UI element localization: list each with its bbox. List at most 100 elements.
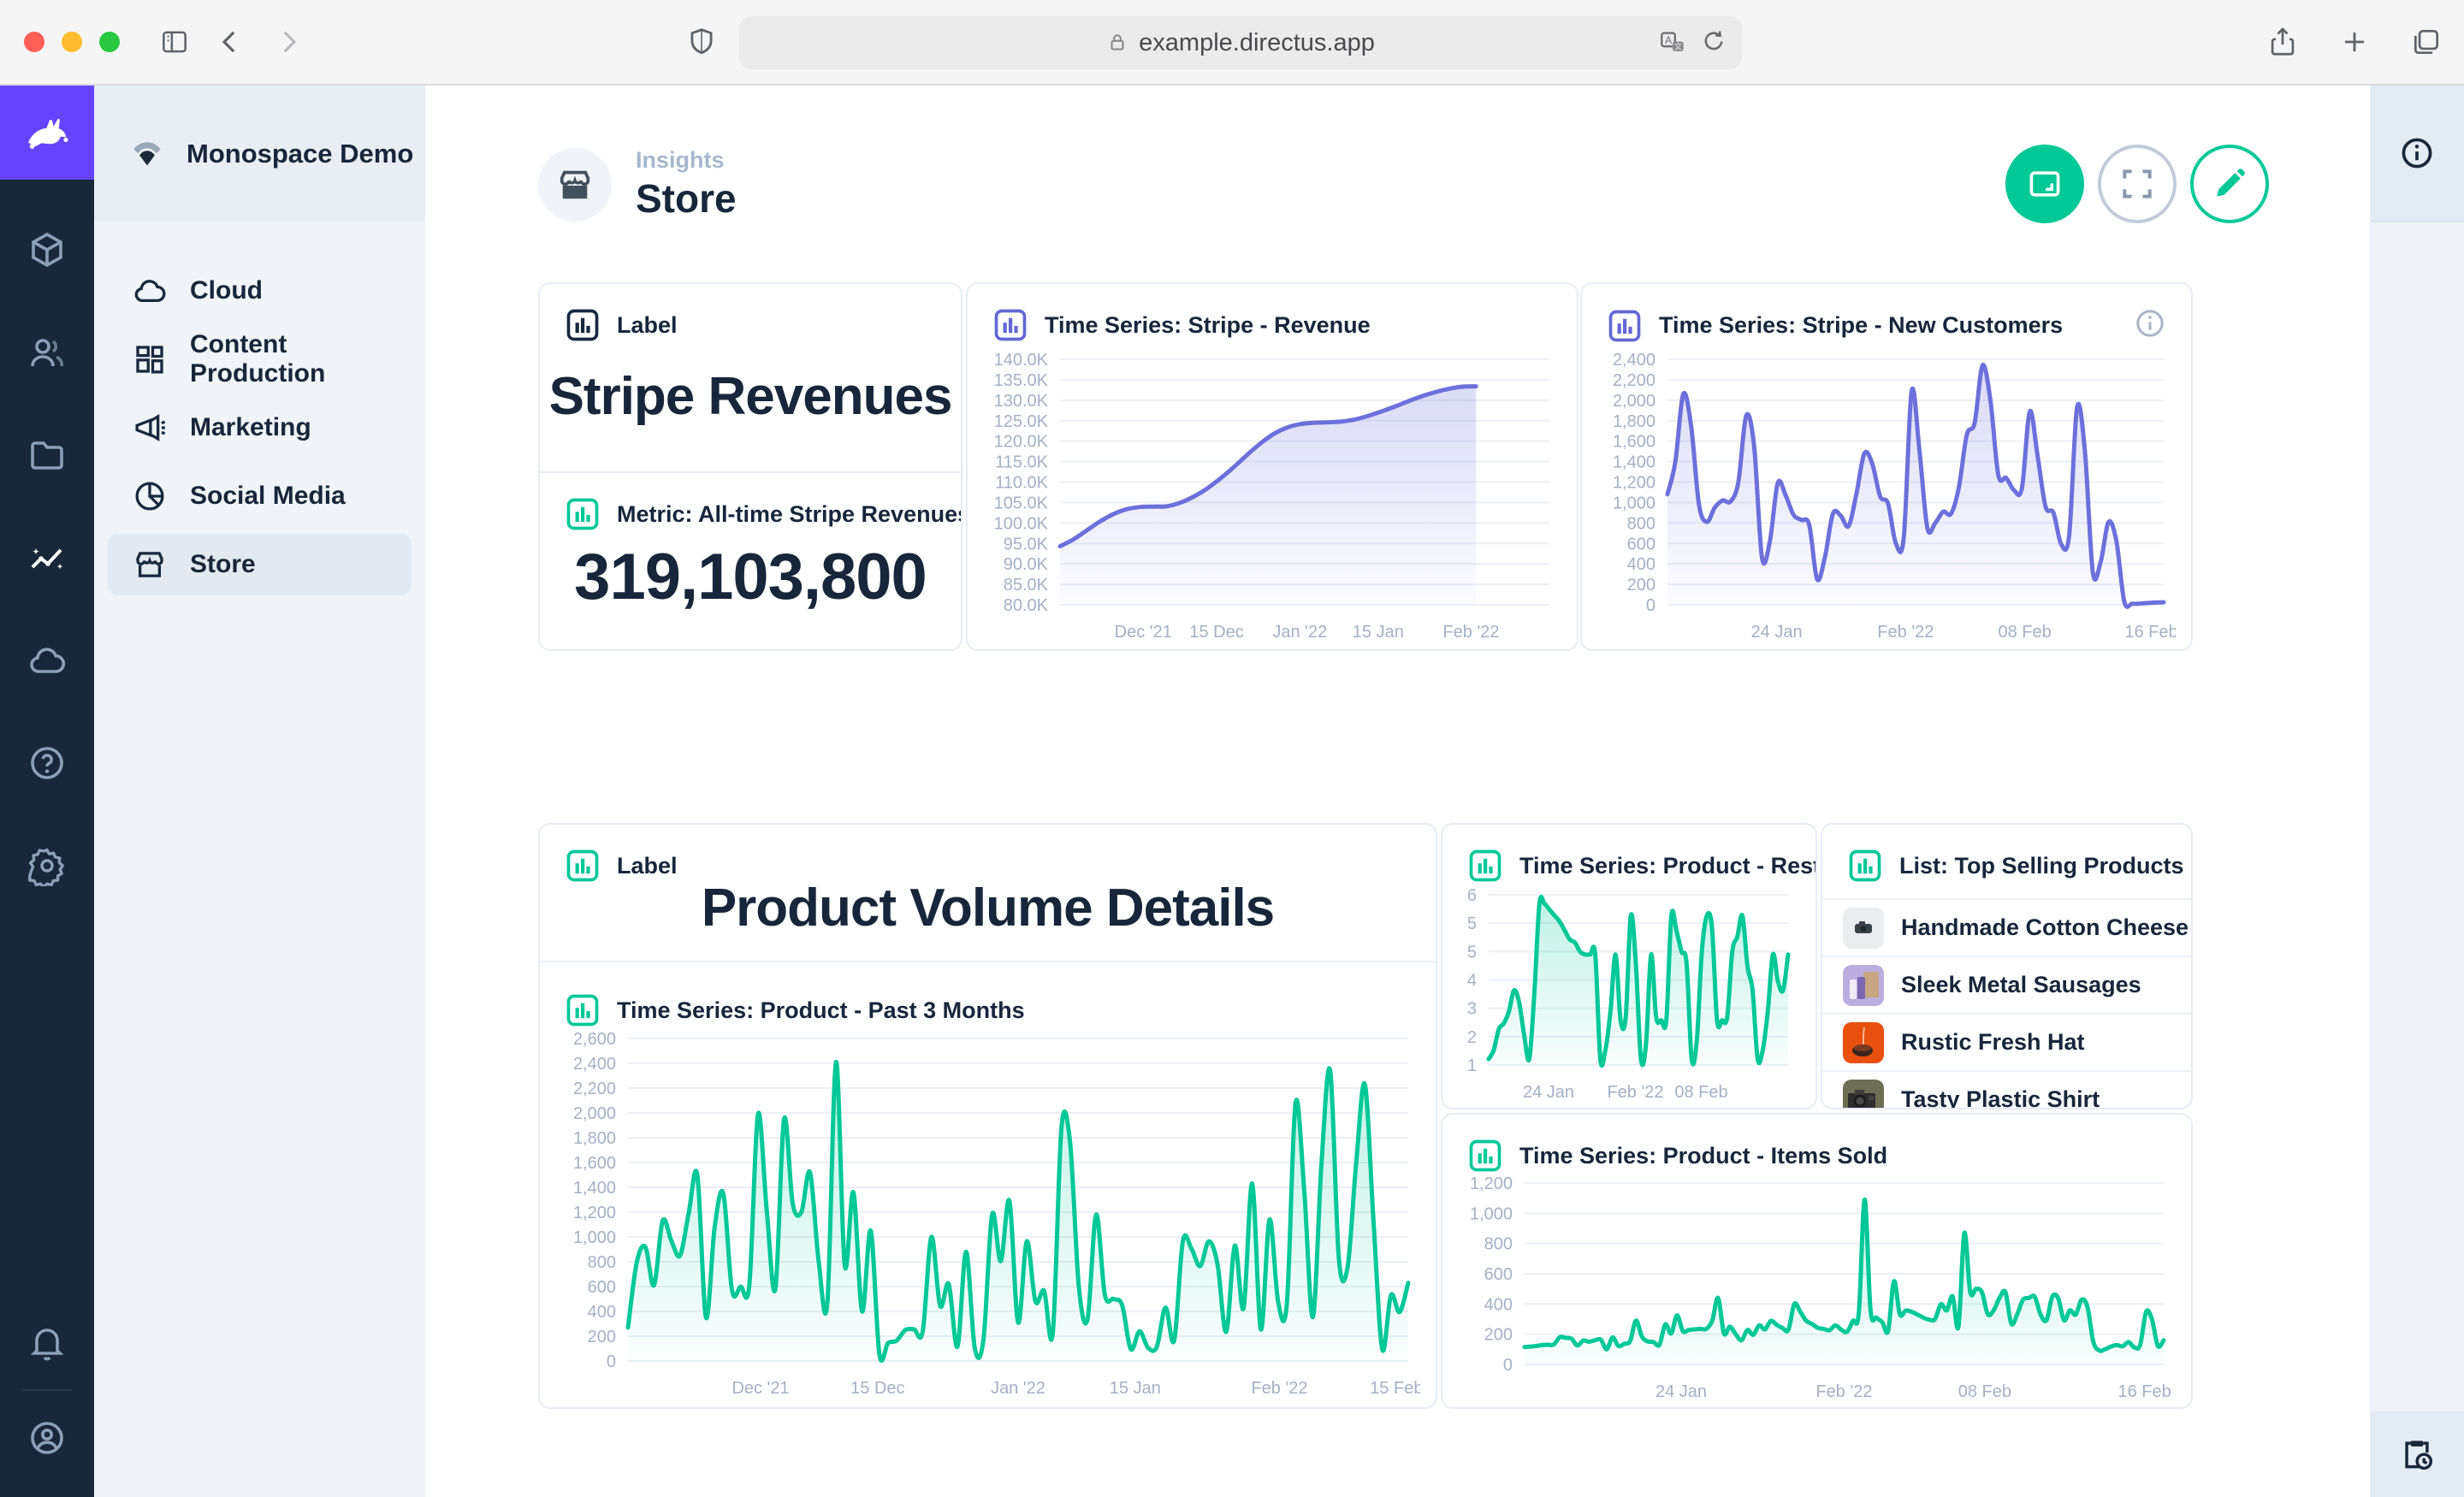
rabbit-logo-icon [21, 106, 74, 159]
svg-text:1,200: 1,200 [1613, 474, 1656, 493]
minimize-window-button[interactable] [62, 32, 82, 52]
breadcrumb[interactable]: Insights [636, 147, 737, 174]
svg-text:95.0K: 95.0K [1004, 535, 1049, 553]
panel-metric-stripe[interactable]: Metric: All-time Stripe Revenues 319,103… [540, 473, 961, 649]
grid-icon [132, 341, 168, 377]
tab-overview-icon[interactable] [2409, 25, 2443, 59]
address-bar[interactable]: example.directus.app A文 [739, 16, 1742, 69]
panel-new-customers[interactable]: Time Series: Stripe - New Customers 2,40… [1580, 282, 2193, 651]
bar-chart-icon [1466, 1137, 1504, 1175]
zoom-window-button[interactable] [99, 32, 120, 52]
list-item[interactable]: Tasty Plastic Shirt [1822, 1070, 2191, 1109]
browser-sidebar-toggle-icon[interactable] [157, 25, 192, 59]
svg-text:400: 400 [1484, 1295, 1513, 1314]
storefront-icon [555, 165, 595, 204]
product-name: Tasty Plastic Shirt [1901, 1086, 2100, 1109]
panel-label-stripe[interactable]: Label Stripe Revenues Metric: All-time S… [538, 282, 962, 651]
reload-icon[interactable] [1699, 28, 1728, 57]
nav-sidebar: Monospace Demo Cloud Content Production … [94, 86, 425, 1497]
edit-dashboard-button[interactable] [2190, 145, 2269, 223]
svg-text:1,600: 1,600 [1613, 433, 1656, 452]
svg-text:200: 200 [1627, 576, 1656, 595]
svg-text:0: 0 [1646, 596, 1656, 615]
module-insights-icon[interactable] [0, 506, 94, 609]
panel-stripe-revenue[interactable]: Time Series: Stripe - Revenue 140.0K135.… [966, 282, 1578, 651]
gear-icon [27, 845, 68, 886]
url-text: example.directus.app [1139, 29, 1375, 57]
clipboard-clock-icon [2398, 1435, 2436, 1473]
close-window-button[interactable] [24, 32, 44, 52]
svg-text:200: 200 [1484, 1326, 1513, 1345]
insights-icon [27, 537, 68, 578]
new-tab-icon[interactable] [2337, 25, 2372, 59]
bell-icon [27, 1322, 68, 1363]
svg-text:Feb '22: Feb '22 [1815, 1382, 1872, 1401]
window-controls[interactable] [24, 32, 120, 52]
svg-text:文: 文 [1674, 41, 1682, 50]
user-menu-icon[interactable] [0, 1391, 94, 1485]
fullscreen-button[interactable] [2098, 145, 2177, 223]
sidebar-item-marketing[interactable]: Marketing [108, 397, 412, 459]
sidebar-item-cloud[interactable]: Cloud [108, 260, 412, 322]
module-help-icon[interactable] [0, 712, 94, 814]
cloud-icon [132, 273, 168, 309]
svg-text:15 Jan: 15 Jan [1353, 623, 1404, 642]
forward-button[interactable] [270, 25, 305, 59]
svg-text:600: 600 [588, 1278, 616, 1297]
dashboard-icon-circle [538, 148, 612, 222]
svg-text:2,400: 2,400 [573, 1055, 616, 1074]
svg-text:1,200: 1,200 [573, 1204, 616, 1222]
back-button[interactable] [214, 25, 248, 59]
svg-text:600: 600 [1627, 535, 1656, 553]
directus-logo[interactable] [0, 86, 94, 180]
svg-text:Feb '22: Feb '22 [1442, 623, 1499, 642]
sidebar-item-social-media[interactable]: Social Media [108, 465, 412, 527]
share-icon[interactable] [2266, 25, 2300, 59]
sidebar-activity-button[interactable] [2370, 1411, 2464, 1497]
list-item[interactable]: Sleek Metal Sausages [1822, 956, 2191, 1013]
sidebar-item-label: Store [190, 550, 256, 579]
lock-icon [1106, 32, 1128, 54]
svg-text:800: 800 [1484, 1235, 1513, 1254]
panel-restocks[interactable]: Time Series: Product - Restocks 65543212… [1441, 823, 1817, 1109]
svg-text:Dec '21: Dec '21 [1115, 623, 1172, 642]
present-mode-button[interactable] [2005, 145, 2084, 223]
past-3-months-chart: 2,6002,4002,2002,0001,8001,6001,4001,200… [547, 1030, 1420, 1400]
svg-text:1,000: 1,000 [1613, 494, 1656, 512]
privacy-shield-icon[interactable] [684, 25, 719, 59]
svg-text:125.0K: 125.0K [994, 412, 1049, 431]
module-users-icon[interactable] [0, 301, 94, 404]
label-text: Stripe Revenues [540, 366, 961, 427]
info-icon[interactable] [2133, 306, 2167, 345]
svg-text:2: 2 [1467, 1028, 1477, 1047]
product-thumbnail [1843, 1022, 1884, 1063]
module-settings-icon[interactable] [0, 814, 94, 917]
svg-text:0: 0 [1503, 1356, 1513, 1375]
sidebar-item-store[interactable]: Store [108, 534, 412, 595]
module-content-icon[interactable] [0, 198, 94, 301]
sidebar-item-content-production[interactable]: Content Production [108, 328, 412, 390]
list-item[interactable]: Handmade Cotton Cheese [1822, 898, 2191, 956]
panel-top-products[interactable]: List: Top Selling Products Handmade Cott… [1821, 823, 2193, 1109]
svg-text:2,600: 2,600 [573, 1030, 616, 1049]
module-cloud-icon[interactable] [0, 609, 94, 712]
svg-text:08 Feb: 08 Feb [1998, 623, 2051, 642]
svg-text:Dec '21: Dec '21 [732, 1379, 789, 1398]
bar-chart-icon [564, 495, 601, 533]
user-circle-icon [27, 1417, 68, 1459]
panel-title: Label [617, 853, 678, 879]
translate-icon[interactable]: A文 [1658, 28, 1687, 57]
notifications-icon[interactable] [0, 1295, 94, 1389]
label-text: Product Volume Details [540, 878, 1436, 938]
project-header[interactable]: Monospace Demo [94, 86, 425, 222]
list-item[interactable]: Rustic Fresh Hat [1822, 1013, 2191, 1070]
panel-product-volume[interactable]: Label Product Volume Details Time Series… [538, 823, 1437, 1409]
module-files-icon[interactable] [0, 404, 94, 506]
svg-text:100.0K: 100.0K [994, 514, 1049, 533]
sidebar-info-button[interactable] [2370, 86, 2464, 222]
svg-text:1,800: 1,800 [1613, 412, 1656, 431]
product-thumbnail [1843, 908, 1884, 949]
svg-text:110.0K: 110.0K [995, 474, 1049, 493]
panel-items-sold[interactable]: Time Series: Product - Items Sold 1,2001… [1441, 1113, 2193, 1409]
product-thumbnail [1843, 1080, 1884, 1110]
